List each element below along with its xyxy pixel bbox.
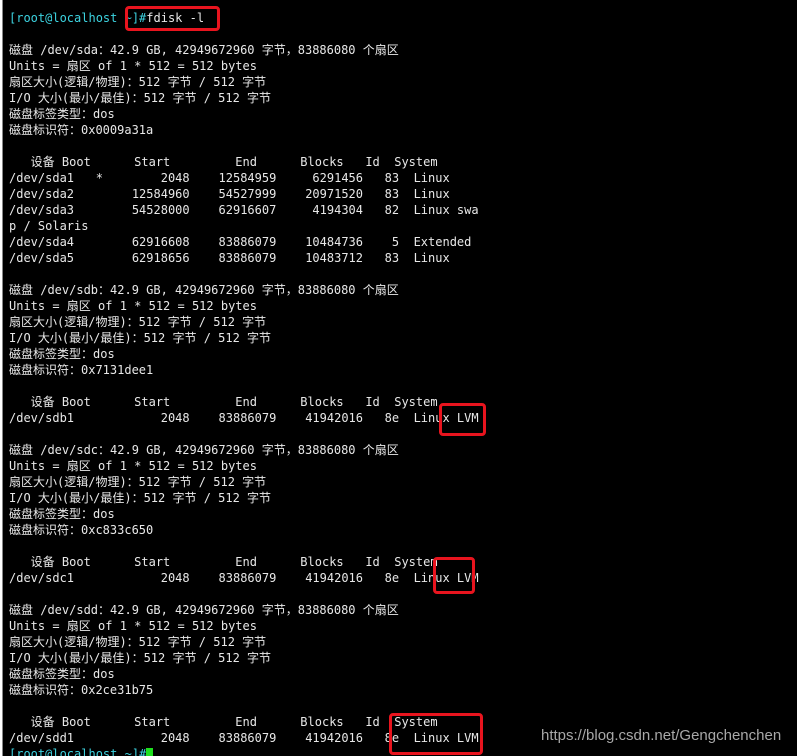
output-line: /dev/sda3 54528000 62916607 4194304 82 L… (9, 203, 479, 217)
output-line: 扇区大小(逻辑/物理)：512 字节 / 512 字节 (9, 315, 267, 329)
output-line: 磁盘标识符：0x0009a31a (9, 123, 154, 137)
output-line: Units = 扇区 of 1 * 512 = 512 bytes (9, 459, 257, 473)
output-line: 磁盘标识符：0xc833c650 (9, 523, 154, 537)
final-prompt-line[interactable]: [root@localhost ~]# (9, 746, 154, 756)
output-line: Units = 扇区 of 1 * 512 = 512 bytes (9, 59, 257, 73)
output-line: 设备 Boot Start End Blocks Id System (9, 395, 438, 409)
output-line: 磁盘 /dev/sdd：42.9 GB, 42949672960 字节，8388… (9, 603, 399, 617)
output-line: I/O 大小(最小/最佳)：512 字节 / 512 字节 (9, 331, 272, 345)
shell-prompt: [root@localhost ~]# (9, 747, 147, 756)
highlight-box-sdc1-lvm (433, 557, 475, 594)
output-line: 磁盘 /dev/sdb：42.9 GB, 42949672960 字节，8388… (9, 283, 399, 297)
output-line: /dev/sda5 62918656 83886079 10483712 83 … (9, 251, 450, 265)
output-line: 扇区大小(逻辑/物理)：512 字节 / 512 字节 (9, 635, 267, 649)
output-line: 磁盘 /dev/sdc：42.9 GB, 42949672960 字节，8388… (9, 443, 399, 457)
highlight-box-sdd1-lvm (389, 713, 483, 755)
output-line: Units = 扇区 of 1 * 512 = 512 bytes (9, 619, 257, 633)
output-line: I/O 大小(最小/最佳)：512 字节 / 512 字节 (9, 491, 272, 505)
output-line: 磁盘标签类型：dos (9, 507, 115, 521)
output-line: /dev/sda4 62916608 83886079 10484736 5 E… (9, 235, 472, 249)
output-line: 磁盘 /dev/sda：42.9 GB, 42949672960 字节，8388… (9, 43, 399, 57)
output-line: 设备 Boot Start End Blocks Id System (9, 715, 438, 729)
terminal-window[interactable]: [root@localhost ~]#fdisk -l 磁盘 /dev/sda：… (2, 0, 797, 756)
output-line: 磁盘标识符：0x2ce31b75 (9, 683, 154, 697)
output-line: /dev/sdc1 2048 83886079 41942016 8e Linu… (9, 571, 479, 585)
output-line: p / Solaris (9, 219, 89, 233)
output-line: 设备 Boot Start End Blocks Id System (9, 155, 438, 169)
output-line: 设备 Boot Start End Blocks Id System (9, 555, 438, 569)
output-line: 扇区大小(逻辑/物理)：512 字节 / 512 字节 (9, 75, 267, 89)
output-line: I/O 大小(最小/最佳)：512 字节 / 512 字节 (9, 651, 272, 665)
screenshot: [root@localhost ~]#fdisk -l 磁盘 /dev/sda：… (0, 0, 805, 756)
output-line: 扇区大小(逻辑/物理)：512 字节 / 512 字节 (9, 475, 267, 489)
output-line: I/O 大小(最小/最佳)：512 字节 / 512 字节 (9, 91, 272, 105)
output-line: /dev/sdb1 2048 83886079 41942016 8e Linu… (9, 411, 479, 425)
watermark: https://blog.csdn.net/Gengchenchen (541, 727, 782, 744)
cursor (146, 748, 154, 756)
output-line: /dev/sda2 12584960 54527999 20971520 83 … (9, 187, 450, 201)
output-line: 磁盘标签类型：dos (9, 347, 115, 361)
output-line: 磁盘标签类型：dos (9, 107, 115, 121)
output-line: 磁盘标签类型：dos (9, 667, 115, 681)
output-line: Units = 扇区 of 1 * 512 = 512 bytes (9, 299, 257, 313)
highlight-box-sdb1-lvm (439, 403, 486, 436)
output-line: /dev/sda1 * 2048 12584959 6291456 83 Lin… (9, 171, 450, 185)
output-line: 磁盘标识符：0x7131dee1 (9, 363, 154, 377)
highlight-box-command (125, 6, 220, 31)
